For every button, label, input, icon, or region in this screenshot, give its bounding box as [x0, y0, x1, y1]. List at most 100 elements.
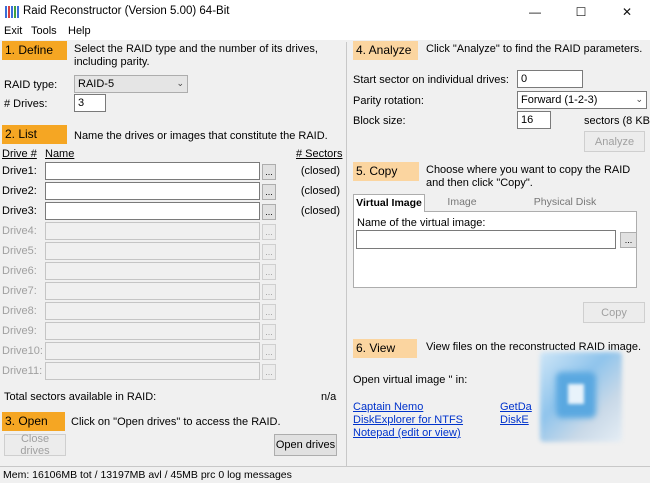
menu-bar: Exit Tools Help [0, 24, 650, 40]
drive-name-input[interactable] [45, 202, 260, 220]
status-bar: Mem: 16106MB tot / 13197MB avl / 45MB pr… [3, 469, 292, 481]
link-getdata[interactable]: GetDa [500, 401, 532, 413]
drive-browse-button[interactable]: ... [262, 264, 276, 280]
define-desc-line2: including parity. [74, 56, 150, 68]
drive-browse-button[interactable]: ... [262, 204, 276, 220]
raid-type-value: RAID-5 [78, 78, 115, 90]
copy-desc: Choose where you want to copy the RAID a… [426, 164, 646, 190]
link-diskexplorer-other[interactable]: DiskE [500, 414, 529, 426]
block-size-unit: sectors (8 KB) [584, 115, 650, 127]
link-notepad[interactable]: Notepad (edit or view) [353, 427, 461, 439]
drive-status: (closed) [300, 185, 340, 197]
open-drives-button[interactable]: Open drives [274, 434, 337, 456]
drive-browse-button[interactable]: ... [262, 244, 276, 260]
drive-name-input[interactable] [45, 342, 260, 360]
link-captain-nemo[interactable]: Captain Nemo [353, 401, 423, 413]
drive-label: Drive11: [2, 365, 43, 377]
analyze-button[interactable]: Analyze [584, 131, 645, 152]
list-desc: Name the drives or images that constitut… [74, 130, 328, 142]
drive-browse-button[interactable]: ... [262, 184, 276, 200]
drive-browse-button[interactable]: ... [262, 284, 276, 300]
menu-tools[interactable]: Tools [31, 25, 57, 37]
chevron-down-icon: ⌄ [635, 94, 643, 104]
drive-browse-button[interactable]: ... [262, 164, 276, 180]
maximize-button[interactable]: ☐ [558, 0, 604, 24]
drive-label: Drive7: [2, 285, 37, 297]
drive-name-input[interactable] [45, 222, 260, 240]
title-bar: Raid Reconstructor (Version 5.00) 64-Bit… [0, 0, 650, 24]
start-sector-label: Start sector on individual drives: [353, 74, 509, 86]
copy-tabs: Virtual Image Image Physical Disk [353, 194, 637, 212]
start-sector-input[interactable]: 0 [517, 70, 583, 88]
drives-count-input[interactable]: 3 [74, 94, 106, 112]
chevron-down-icon: ⌄ [176, 78, 184, 88]
parity-rotation-value: Forward (1-2-3) [521, 94, 598, 106]
drive-status: (closed) [300, 205, 340, 217]
tab-image[interactable]: Image [431, 194, 493, 212]
block-size-input[interactable]: 16 [517, 111, 551, 129]
drive-name-input[interactable] [45, 242, 260, 260]
drive-label: Drive8: [2, 305, 37, 317]
drive-label: Drive6: [2, 265, 37, 277]
drive-label: Drive5: [2, 245, 37, 257]
step-open: 3. Open [2, 412, 65, 431]
menu-help[interactable]: Help [68, 25, 91, 37]
analyze-desc: Click "Analyze" to find the RAID paramet… [426, 43, 643, 55]
window-title: Raid Reconstructor (Version 5.00) 64-Bit [23, 5, 230, 17]
block-size-label: Block size: [353, 115, 406, 127]
status-divider [0, 466, 650, 467]
pane-divider [346, 42, 347, 466]
drive-browse-button[interactable]: ... [262, 224, 276, 240]
col-drive-header: Drive # [2, 148, 37, 160]
open-desc: Click on "Open drives" to access the RAI… [71, 416, 281, 428]
drive-name-input[interactable] [45, 362, 260, 380]
drives-count-label: # Drives: [4, 98, 48, 110]
virtual-image-input[interactable] [356, 230, 616, 249]
link-diskexplorer-ntfs[interactable]: DiskExplorer for NTFS [353, 414, 463, 426]
drive-name-input[interactable] [45, 182, 260, 200]
col-sectors-header: # Sectors [296, 148, 343, 160]
virtual-image-panel: Name of the virtual image: ... [353, 211, 637, 288]
define-desc-line1: Select the RAID type and the number of i… [74, 43, 318, 55]
drive-label: Drive1: [2, 165, 37, 177]
step-analyze: 4. Analyze [353, 41, 418, 60]
tab-virtual-image[interactable]: Virtual Image [353, 194, 425, 212]
menu-exit[interactable]: Exit [4, 25, 22, 37]
drive-label: Drive3: [2, 205, 37, 217]
drive-label: Drive4: [2, 225, 37, 237]
close-drives-button[interactable]: Close drives [4, 433, 66, 457]
open-virtual-image-label: Open virtual image '' in: [353, 374, 468, 386]
copy-desc-line1: Choose where you want to copy the RAID [426, 164, 631, 176]
virtual-image-browse-button[interactable]: ... [620, 232, 637, 248]
drive-name-input[interactable] [45, 282, 260, 300]
define-desc: Select the RAID type and the number of i… [74, 43, 344, 69]
step-view: 6. View [353, 339, 417, 358]
raid-type-label: RAID type: [4, 79, 58, 91]
drive-name-input[interactable] [45, 162, 260, 180]
parity-rotation-label: Parity rotation: [353, 95, 424, 107]
step-define: 1. Define [2, 41, 67, 60]
parity-rotation-select[interactable]: Forward (1-2-3) ⌄ [517, 91, 647, 109]
virtual-image-label: Name of the virtual image: [357, 217, 486, 229]
drive-name-input[interactable] [45, 302, 260, 320]
step-copy: 5. Copy [353, 162, 419, 181]
copy-button[interactable]: Copy [583, 302, 645, 323]
drive-browse-button[interactable]: ... [262, 364, 276, 380]
close-button[interactable]: ✕ [604, 0, 650, 24]
total-sectors-label: Total sectors available in RAID: [4, 391, 157, 403]
drive-label: Drive9: [2, 325, 37, 337]
raid-type-select[interactable]: RAID-5 ⌄ [74, 75, 188, 93]
drive-name-input[interactable] [45, 262, 260, 280]
app-icon [5, 6, 19, 18]
drive-browse-button[interactable]: ... [262, 304, 276, 320]
drive-browse-button[interactable]: ... [262, 324, 276, 340]
drive-browse-button[interactable]: ... [262, 344, 276, 360]
drive-status: (closed) [300, 165, 340, 177]
drive-name-input[interactable] [45, 322, 260, 340]
tab-physical-disk[interactable]: Physical Disk [525, 194, 605, 212]
step-list: 2. List [2, 125, 67, 144]
minimize-button[interactable]: — [512, 0, 558, 24]
drive-label: Drive10: [2, 345, 43, 357]
col-name-header: Name [45, 148, 75, 160]
copy-desc-line2: and then click "Copy". [426, 177, 533, 189]
